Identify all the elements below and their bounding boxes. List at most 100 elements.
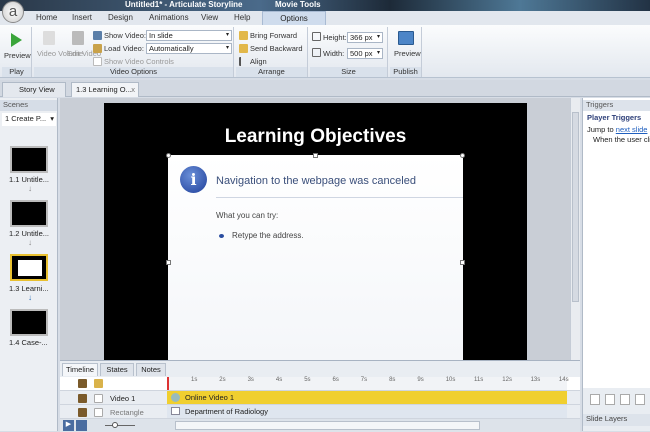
timeline-row[interactable]: Rectangle Department of Radiology <box>60 405 580 419</box>
delete-layer-icon[interactable] <box>635 394 645 405</box>
app-logo-button[interactable]: a <box>2 1 24 23</box>
eye-icon[interactable] <box>78 394 87 403</box>
duplicate-layer-icon[interactable] <box>620 394 630 405</box>
tab-timeline[interactable]: Timeline <box>62 363 98 376</box>
dialog-heading: Navigation to the webpage was canceled <box>216 175 416 187</box>
story-view-label: Story View <box>19 85 55 94</box>
timeline-bar[interactable]: Department of Radiology <box>167 405 567 418</box>
eye-icon[interactable] <box>78 379 87 388</box>
divider <box>216 197 463 198</box>
group-play: Preview Play <box>2 27 32 77</box>
lock-icon[interactable] <box>94 379 103 388</box>
slide-title: Learning Objectives <box>224 126 407 147</box>
slide-layers-panel: Slide Layers <box>582 388 650 431</box>
resize-handle[interactable] <box>460 153 465 158</box>
group-arrange: Bring Forward Send Backward Align Arrang… <box>236 27 308 77</box>
group-label: Size <box>310 67 387 77</box>
tab-view[interactable]: View <box>201 13 218 22</box>
publish-preview-button[interactable]: Preview <box>394 49 421 58</box>
new-layer-icon[interactable] <box>590 394 600 405</box>
timeline-horizontal-scrollbar[interactable] <box>175 421 480 430</box>
triggers-panel: Triggers Player Triggers Jump to next sl… <box>582 98 650 388</box>
resize-handle[interactable] <box>166 153 171 158</box>
ruler-tick-label: 8s <box>389 377 396 383</box>
lock-checkbox[interactable] <box>94 394 103 403</box>
slide-thumbnail-1[interactable] <box>10 146 48 173</box>
edit-layer-icon[interactable] <box>605 394 615 405</box>
tab-options[interactable]: Options <box>262 11 326 25</box>
close-tab-icon[interactable]: x <box>131 83 135 97</box>
ruler-tick-label: 11s <box>474 377 484 383</box>
bar-label: Online Video 1 <box>185 393 235 402</box>
arrow-down-icon: ↓ <box>28 293 32 302</box>
bring-forward-icon <box>239 31 248 40</box>
slide-tab[interactable]: 1.3 Learning O... x <box>71 82 139 97</box>
title-bar: Untitled1* - Articulate Storyline Movie … <box>0 0 650 11</box>
trigger-item[interactable]: Jump to next slide <box>587 125 647 134</box>
group-label: Play <box>2 67 31 77</box>
tab-help[interactable]: Help <box>234 13 250 22</box>
trigger-condition: When the user clicks <box>593 135 650 144</box>
slide-thumbnail-4[interactable] <box>10 309 48 336</box>
preview-button[interactable]: Preview <box>4 51 31 60</box>
tab-insert[interactable]: Insert <box>72 13 92 22</box>
height-icon <box>312 32 321 41</box>
show-controls-checkbox[interactable] <box>93 57 102 66</box>
show-video-select[interactable]: In slide <box>146 30 232 41</box>
slide-thumbnail-2[interactable] <box>10 200 48 227</box>
story-view-tab[interactable]: Story View <box>2 82 66 97</box>
ruler-tick-label: 7s <box>360 377 368 383</box>
resize-handle[interactable] <box>460 260 465 265</box>
height-label: Height: <box>323 33 347 42</box>
play-button[interactable]: ▶ <box>63 420 74 431</box>
bring-forward-button[interactable]: Bring Forward <box>250 31 297 40</box>
resize-handle[interactable] <box>166 260 171 265</box>
width-input[interactable]: 500 px <box>347 48 383 59</box>
row-name: Video 1 <box>110 394 136 403</box>
slide-tab-label: 1.3 Learning O... <box>76 85 132 94</box>
tab-states[interactable]: States <box>100 363 134 376</box>
ruler-tick-label: 13s <box>530 377 541 383</box>
timeline-bar[interactable]: Online Video 1 <box>167 391 567 404</box>
slide-thumbnail-3-selected[interactable] <box>10 254 48 281</box>
group-size: Height: 366 px Width: 500 px Size <box>310 27 388 77</box>
zoom-slider[interactable] <box>105 425 135 426</box>
load-video-select[interactable]: Automatically <box>146 43 232 54</box>
group-label: Arrange <box>236 67 307 77</box>
lock-checkbox[interactable] <box>94 408 103 417</box>
slide-label: 1.4 Case-... <box>9 338 48 347</box>
width-label: Width: <box>323 49 345 58</box>
scene-select[interactable]: 1 Create P... ▾ <box>2 113 56 126</box>
trigger-target-link[interactable]: next slide <box>616 125 648 134</box>
ruler-tick-label: 6s <box>332 377 339 383</box>
align-button[interactable]: Align <box>250 57 267 66</box>
ruler-tick-label: 10s <box>445 377 456 383</box>
height-input[interactable]: 366 px <box>347 32 383 43</box>
ruler-tick-label: 4s <box>275 377 283 383</box>
canvas-vertical-scrollbar[interactable] <box>570 98 580 360</box>
send-backward-icon <box>239 44 248 53</box>
resize-handle[interactable] <box>313 153 318 158</box>
dialog-bullet: Retype the address. <box>232 231 304 240</box>
timeline-ruler-row: 1s 2s 3s 4s 5s 6s 7s 8s 9s 10s 11s 12s 13s 14s <box>60 377 580 391</box>
send-backward-button[interactable]: Send Backward <box>250 44 303 53</box>
show-controls-label: Show Video Controls <box>104 57 174 66</box>
time-ruler[interactable]: 1s 2s 3s 4s 5s 6s 7s 8s 9s 10s 11s 12s 13s 14s <box>167 377 569 390</box>
window-title: Untitled1* - Articulate Storyline <box>125 0 243 9</box>
timeline-row[interactable]: Video 1 Online Video 1 <box>60 391 580 405</box>
ruler-tick-label: 9s <box>417 377 424 383</box>
tab-design[interactable]: Design <box>108 13 133 22</box>
tab-home[interactable]: Home <box>36 13 57 22</box>
zoom-slider-thumb[interactable] <box>112 422 118 428</box>
row-name: Rectangle <box>110 408 144 417</box>
stop-button[interactable] <box>76 420 87 431</box>
eye-icon[interactable] <box>78 408 87 417</box>
show-video-label: Show Video: <box>104 31 146 40</box>
tab-notes[interactable]: Notes <box>136 363 166 376</box>
ruler-tick-label: 5s <box>304 377 311 383</box>
ruler-tick-label: 12s <box>502 377 512 383</box>
timeline-controls: ▶ <box>60 419 580 432</box>
edit-video-icon <box>72 31 84 45</box>
tab-animations[interactable]: Animations <box>149 13 189 22</box>
web-object-video[interactable]: i Navigation to the webpage was canceled… <box>168 155 463 360</box>
